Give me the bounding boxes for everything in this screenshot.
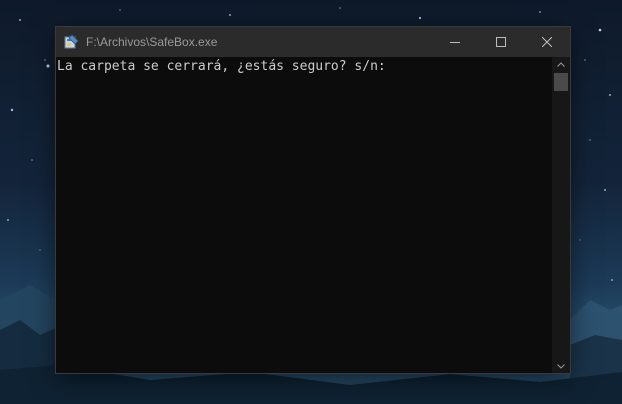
console-output[interactable]: La carpeta se cerrará, ¿estás seguro? s/…: [56, 57, 552, 373]
maximize-icon: [496, 37, 506, 47]
console-line: La carpeta se cerrará, ¿estás seguro? s/…: [57, 59, 386, 74]
window-title: F:\Archivos\SafeBox.exe: [86, 35, 218, 49]
minimize-button[interactable]: [432, 27, 478, 57]
maximize-button[interactable]: [478, 27, 524, 57]
desktop: F:\Archivos\SafeBox.exe La carpeta se ce…: [0, 0, 622, 404]
chevron-down-icon: [557, 363, 565, 369]
minimize-icon: [450, 42, 460, 43]
vertical-scrollbar[interactable]: [552, 57, 570, 373]
console-window: F:\Archivos\SafeBox.exe La carpeta se ce…: [56, 27, 570, 373]
caption-buttons: [432, 27, 570, 57]
close-button[interactable]: [524, 27, 570, 57]
title-bar[interactable]: F:\Archivos\SafeBox.exe: [56, 27, 570, 57]
close-icon: [542, 37, 552, 47]
safebox-app-icon: [64, 34, 79, 49]
scroll-up-button[interactable]: [552, 57, 570, 71]
scroll-down-button[interactable]: [552, 359, 570, 373]
chevron-up-icon: [557, 61, 565, 67]
scroll-thumb[interactable]: [554, 73, 568, 91]
